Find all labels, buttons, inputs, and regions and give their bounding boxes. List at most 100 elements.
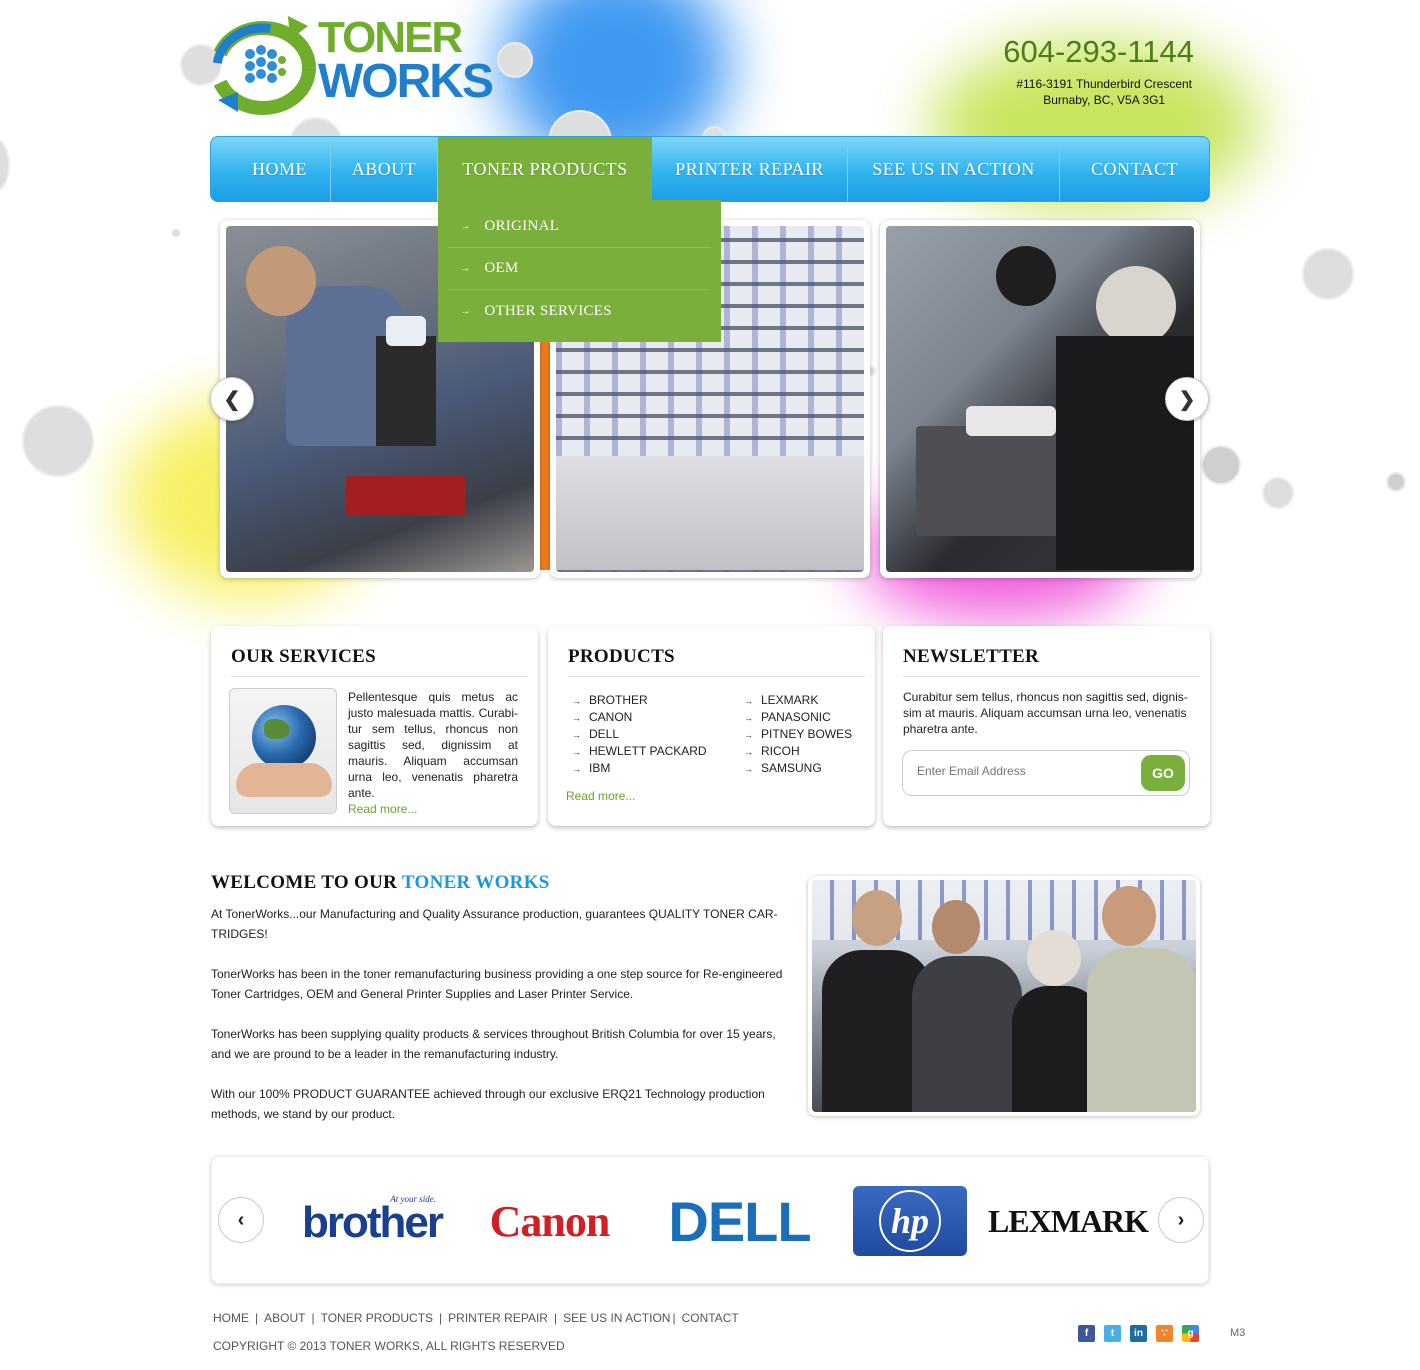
nav-contact[interactable]: CONTACT <box>1060 137 1209 201</box>
product-link-ibm[interactable]: IBM <box>572 760 707 777</box>
services-text: Pellentesque quis metus ac justo malesua… <box>348 690 518 800</box>
products-box: PRODUCTS BROTHER CANON DELL HEWLETT PACK… <box>548 626 875 826</box>
product-link-canon[interactable]: CANON <box>572 709 707 726</box>
product-link-hewlett-packard[interactable]: HEWLETT PACKARD <box>572 743 707 760</box>
separator: | <box>311 1311 315 1325</box>
dell-wordmark: DELL <box>668 1189 811 1253</box>
bubble <box>0 135 10 195</box>
linkedin-icon[interactable]: in <box>1130 1325 1147 1342</box>
separator: | <box>553 1311 558 1325</box>
team-photo <box>808 876 1200 1116</box>
bubble <box>1262 477 1294 509</box>
social-links: f t in ∵ g <box>1078 1325 1199 1342</box>
phone-number: 604-293-1144 <box>1003 34 1194 69</box>
product-link-pitney-bowes[interactable]: PITNEY BOWES <box>744 726 852 743</box>
toner-products-dropdown: → ORIGINAL → OEM → OTHER SERVICES <box>438 200 721 342</box>
services-title: OUR SERVICES <box>231 646 528 677</box>
brands-prev-button[interactable]: ‹ <box>218 1197 264 1243</box>
dropdown-item-other-services[interactable]: → OTHER SERVICES <box>448 290 711 332</box>
go-button[interactable]: GO <box>1141 755 1185 791</box>
footer-link-about[interactable]: ABOUT <box>264 1311 305 1325</box>
newsletter-box: NEWSLETTER Curabitur sem tellus, rhoncus… <box>883 626 1210 826</box>
address: #116-3191 Thunderbird Crescent Burnaby, … <box>1016 76 1192 108</box>
nav-printer-repair[interactable]: PRINTER REPAIR <box>652 137 848 201</box>
twitter-icon[interactable]: t <box>1104 1325 1121 1342</box>
newsletter-text: Curabitur sem tellus, rhoncus non sagitt… <box>903 690 1188 736</box>
hp-wordmark: hp <box>890 1201 930 1241</box>
main-nav: HOME ABOUT TONER PRODUCTS PRINTER REPAIR… <box>210 136 1210 202</box>
bubble <box>22 405 94 477</box>
hp-badge: hp <box>853 1186 967 1256</box>
welcome-title: WELCOME TO OUR TONER WORKS <box>211 872 550 894</box>
newsletter-title: NEWSLETTER <box>903 646 1200 677</box>
nav-about[interactable]: ABOUT <box>331 137 438 201</box>
nav-toner-products[interactable]: TONER PRODUCTS <box>438 137 652 201</box>
email-input[interactable] <box>917 764 1137 778</box>
products-read-more-link[interactable]: Read more... <box>566 789 635 803</box>
hp-circle: hp <box>879 1190 941 1252</box>
slider-prev-button[interactable]: ❮ <box>210 377 254 421</box>
brother-logo[interactable]: At your side. brother <box>272 1157 444 1285</box>
product-link-brother[interactable]: BROTHER <box>572 692 707 709</box>
footer-link-home[interactable]: HOME <box>213 1311 249 1325</box>
google-icon[interactable]: g <box>1182 1325 1199 1342</box>
nav-home[interactable]: HOME <box>211 137 331 201</box>
footer-link-see-us-in-action[interactable]: SEE US IN ACTION <box>563 1311 670 1325</box>
earth-in-hands-image <box>229 688 337 814</box>
hp-logo[interactable]: hp <box>850 1157 970 1285</box>
m3-badge[interactable]: M3 <box>1230 1327 1245 1339</box>
toner-works-logo[interactable]: TONER WORKS <box>178 12 494 116</box>
canon-logo[interactable]: Canon <box>462 1157 637 1285</box>
dropdown-label: OEM <box>484 260 519 276</box>
bubble <box>1386 472 1406 492</box>
bubble <box>172 229 180 237</box>
product-link-lexmark[interactable]: LEXMARK <box>744 692 852 709</box>
separator: | <box>255 1311 259 1325</box>
product-link-samsung[interactable]: SAMSUNG <box>744 760 852 777</box>
nav-see-us-in-action[interactable]: SEE US IN ACTION <box>848 137 1060 201</box>
dropdown-item-original[interactable]: → ORIGINAL <box>448 206 711 248</box>
welcome-paragraph-3: TonerWorks has been supplying quality pr… <box>211 1027 776 1061</box>
bubble <box>1201 445 1241 485</box>
repair-workshop-photo <box>886 226 1194 572</box>
footer-link-contact[interactable]: CONTACT <box>682 1311 739 1325</box>
product-link-dell[interactable]: DELL <box>572 726 707 743</box>
rss-icon[interactable]: ∵ <box>1156 1325 1173 1342</box>
copyright: COPYRIGHT © 2013 TONER WORKS, ALL RIGHTS… <box>213 1339 565 1353</box>
lexmark-wordmark: LEXMARK <box>987 1202 1149 1239</box>
separator: | <box>672 1311 676 1325</box>
bubble <box>497 42 533 78</box>
dell-logo[interactable]: DELL <box>657 1157 822 1285</box>
services-box: OUR SERVICES Pellentesque quis metus ac … <box>211 626 538 826</box>
product-link-ricoh[interactable]: RICOH <box>744 743 852 760</box>
slide-3 <box>880 220 1200 578</box>
dropdown-label: OTHER SERVICES <box>484 302 612 319</box>
products-list-col2: LEXMARK PANASONIC PITNEY BOWES RICOH SAM… <box>744 692 852 777</box>
welcome-paragraph-2: TonerWorks has been in the toner remanuf… <box>211 967 783 1001</box>
arrow-right-icon: → <box>460 221 471 232</box>
separator: | <box>439 1311 443 1325</box>
facebook-icon[interactable]: f <box>1078 1325 1095 1342</box>
address-line2: Burnaby, BC, V5A 3G1 <box>1043 93 1166 107</box>
product-link-panasonic[interactable]: PANASONIC <box>744 709 852 726</box>
dropdown-item-oem[interactable]: → OEM <box>448 248 711 290</box>
products-title: PRODUCTS <box>568 646 865 677</box>
welcome-title-prefix: WELCOME TO OUR <box>211 872 402 893</box>
logo-line1: TONER <box>318 13 463 62</box>
footer-link-toner-products[interactable]: TONER PRODUCTS <box>321 1311 433 1325</box>
footer-nav: HOME | ABOUT | TONER PRODUCTS | PRINTER REP… <box>213 1311 739 1325</box>
brands-carousel: ‹ At your side. brother Canon DELL hp LE… <box>211 1156 1209 1284</box>
arrow-right-icon: → <box>460 305 471 317</box>
logo-line2: WORKS <box>318 55 494 108</box>
logo-wordmark: TONER WORKS <box>318 13 494 108</box>
canon-wordmark: Canon <box>489 1196 611 1246</box>
slider-next-button[interactable]: ❯ <box>1165 377 1209 421</box>
footer-link-printer-repair[interactable]: PRINTER REPAIR <box>448 1311 548 1325</box>
bubble <box>1302 248 1354 300</box>
brands-next-button[interactable]: › <box>1158 1197 1204 1243</box>
welcome-title-highlight: TONER WORKS <box>401 872 550 893</box>
products-list-col1: BROTHER CANON DELL HEWLETT PACKARD IBM <box>572 692 707 777</box>
lexmark-logo[interactable]: LEXMARK <box>986 1157 1150 1285</box>
services-read-more-link[interactable]: Read more... <box>348 802 417 816</box>
team-photo-image <box>812 880 1196 1112</box>
